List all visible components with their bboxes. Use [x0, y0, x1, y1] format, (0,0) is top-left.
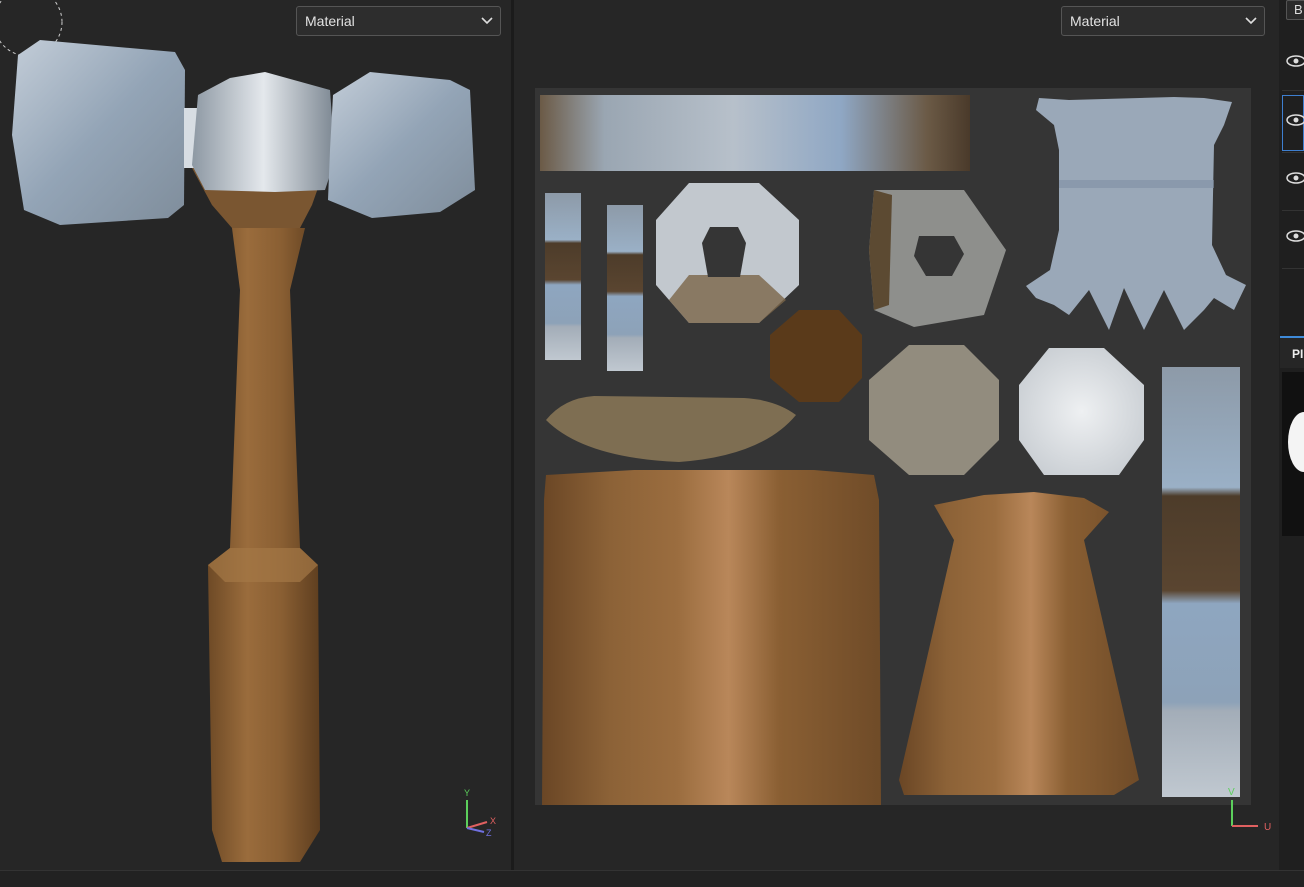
uv-island-handle-main: [542, 470, 881, 805]
uv-island-collar-strip-1: [545, 193, 581, 360]
axis-label-z: Z: [486, 828, 492, 838]
eye-icon[interactable]: [1285, 113, 1304, 127]
axis-label-y: Y: [464, 788, 470, 798]
layer-separator: [1282, 90, 1304, 91]
material-dropdown-3d[interactable]: Material: [296, 6, 501, 36]
hammer-head-center: [192, 72, 335, 192]
status-bar: [0, 870, 1304, 887]
hammer-head-right: [328, 72, 475, 218]
uv-texture-sheet[interactable]: V U: [514, 0, 1279, 870]
axis-label-u: U: [1264, 822, 1271, 833]
layer-separator: [1282, 268, 1304, 269]
ring-1-hole: [702, 227, 746, 277]
dropdown-label: Material: [305, 13, 355, 29]
uv-island-collar-strip-2: [607, 205, 643, 371]
axis-label-v: V: [1228, 787, 1235, 798]
viewport-2d[interactable]: V U Material: [514, 0, 1279, 870]
brush-preview: [1282, 372, 1304, 536]
axis-label-x: X: [490, 816, 496, 826]
uv-island-face-1: [869, 345, 999, 475]
dropdown-label: Material: [1070, 13, 1120, 29]
properties-tab[interactable]: PI: [1280, 336, 1304, 368]
uv-island-head-side: [1162, 367, 1240, 797]
hammer-model[interactable]: Y X Z: [0, 0, 511, 870]
chevron-down-icon: [1245, 17, 1257, 25]
layer-separator: [1282, 152, 1304, 153]
eye-icon[interactable]: [1285, 54, 1304, 68]
head-wrap-seam: [1059, 180, 1214, 188]
hammer-handle: [208, 228, 320, 862]
layer-separator: [1282, 210, 1304, 211]
handle-ring: [208, 548, 318, 582]
axis-gizmo-3d: Y X Z: [464, 788, 496, 838]
eye-icon[interactable]: [1285, 229, 1304, 243]
chevron-down-icon: [481, 17, 493, 25]
panel-top-button[interactable]: B: [1286, 0, 1304, 20]
uv-island-handle-cap: [770, 310, 862, 402]
material-dropdown-2d[interactable]: Material: [1061, 6, 1265, 36]
brush-preview-shape: [1288, 412, 1304, 472]
eye-icon[interactable]: [1285, 171, 1304, 185]
hammer-head-left: [12, 40, 185, 225]
viewport-3d[interactable]: Y X Z Material: [0, 0, 511, 870]
uv-island-head-strip: [540, 95, 970, 171]
